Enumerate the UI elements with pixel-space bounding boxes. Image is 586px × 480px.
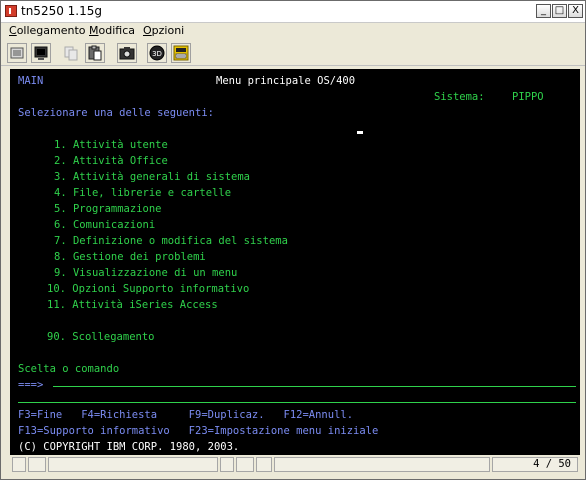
toolbar: 3D bbox=[1, 41, 585, 66]
status-info-field bbox=[274, 457, 490, 472]
option-number: 8. bbox=[54, 251, 67, 263]
menu-option-7[interactable]: 7. Definizione o modifica del sistema bbox=[54, 234, 288, 248]
status-indicator-1 bbox=[12, 457, 26, 472]
status-indicator-2 bbox=[28, 457, 46, 472]
java-app-icon bbox=[5, 5, 17, 17]
terminal-screen[interactable]: MAIN Menu principale OS/400 Sistema: PIP… bbox=[10, 69, 580, 455]
menu-modifica[interactable]: Modifica bbox=[89, 24, 135, 37]
option-number: 1. bbox=[54, 139, 67, 151]
camera-button[interactable] bbox=[117, 43, 137, 63]
system-name: PIPPO bbox=[512, 91, 544, 103]
menu-collegamento[interactable]: Collegamento bbox=[9, 24, 86, 37]
selection-prompt: Selezionare una delle seguenti: bbox=[18, 107, 214, 119]
camera-icon bbox=[119, 47, 135, 60]
printer-button[interactable] bbox=[171, 43, 191, 63]
menu-collegamento-label: ollegamento bbox=[16, 24, 86, 37]
paste-icon bbox=[88, 45, 102, 61]
option-number: 3. bbox=[54, 171, 67, 183]
option-number: 9. bbox=[54, 267, 67, 279]
screen-id: MAIN bbox=[18, 75, 44, 87]
window-title: tn5250 1.15g bbox=[21, 4, 102, 18]
option-label: Attività Office bbox=[72, 155, 168, 167]
option-number: 90. bbox=[47, 331, 66, 343]
menu-modifica-label: odifica bbox=[98, 24, 136, 37]
status-indicator-5 bbox=[256, 457, 272, 472]
menu-opzioni-label: pzioni bbox=[151, 24, 185, 37]
copyright-text: (C) COPYRIGHT IBM CORP. 1980, 2003. bbox=[18, 441, 240, 453]
menu-option-1[interactable]: 1. Attività utente bbox=[54, 138, 168, 152]
option-label: Definizione o modifica del sistema bbox=[72, 235, 288, 247]
monitor-button[interactable] bbox=[31, 43, 51, 63]
copy-icon bbox=[64, 46, 78, 61]
title-bar[interactable]: tn5250 1.15g _ □ X bbox=[1, 1, 585, 23]
paste-button[interactable] bbox=[85, 43, 105, 63]
printer-icon bbox=[173, 45, 189, 61]
option-number: 6. bbox=[54, 219, 67, 231]
option-label: Opzioni Supporto informativo bbox=[72, 283, 250, 295]
menu-bar: Collegamento Modifica Opzioni bbox=[1, 23, 585, 40]
menu-option-10[interactable]: 10. Opzioni Supporto informativo bbox=[47, 282, 249, 296]
menu-option-5[interactable]: 5. Programmazione bbox=[54, 202, 162, 216]
option-label: Comunicazioni bbox=[72, 219, 156, 231]
option-label: Attività generali di sistema bbox=[72, 171, 250, 183]
status-message-field bbox=[48, 457, 218, 472]
list-icon bbox=[10, 47, 24, 59]
option-label: Attività utente bbox=[72, 139, 168, 151]
option-label: Scollegamento bbox=[72, 331, 155, 343]
menu-modifica-mnemonic: M bbox=[89, 24, 99, 37]
menu-option-2[interactable]: 2. Attività Office bbox=[54, 154, 168, 168]
menu-opzioni[interactable]: Opzioni bbox=[143, 24, 184, 37]
system-label: Sistema: bbox=[434, 91, 485, 103]
list-button[interactable] bbox=[7, 43, 27, 63]
command-arrow: ===> bbox=[18, 379, 44, 391]
copy-button[interactable] bbox=[61, 43, 81, 63]
option-number: 11. bbox=[47, 299, 66, 311]
status-indicator-3 bbox=[220, 457, 234, 472]
status-bar: 4 / 50 bbox=[10, 456, 580, 473]
menu-option-6[interactable]: 6. Comunicazioni bbox=[54, 218, 155, 232]
menu-option-3[interactable]: 3. Attività generali di sistema bbox=[54, 170, 250, 184]
function-keys-line-2: F13=Supporto informativo F23=Impostazion… bbox=[18, 425, 379, 437]
option-number: 5. bbox=[54, 203, 67, 215]
option-label: Attività iSeries Access bbox=[72, 299, 218, 311]
monitor-icon bbox=[34, 46, 48, 60]
menu-option-logoff[interactable]: 90. Scollegamento bbox=[47, 330, 154, 344]
option-number: 7. bbox=[54, 235, 67, 247]
maximize-button[interactable]: □ bbox=[552, 4, 567, 18]
option-label: Visualizzazione di un menu bbox=[72, 267, 238, 279]
separator-line bbox=[18, 402, 576, 403]
option-label: File, librerie e cartelle bbox=[72, 187, 232, 199]
menu-collegamento-mnemonic: C bbox=[9, 24, 17, 37]
3d-icon: 3D bbox=[149, 45, 165, 61]
command-label: Scelta o comando bbox=[18, 363, 120, 375]
text-cursor bbox=[357, 131, 363, 134]
3d-button[interactable]: 3D bbox=[147, 43, 167, 63]
screen-title: Menu principale OS/400 bbox=[216, 75, 356, 87]
3d-label: 3D bbox=[152, 50, 162, 58]
option-number: 2. bbox=[54, 155, 67, 167]
option-label: Programmazione bbox=[72, 203, 162, 215]
option-number: 10. bbox=[47, 283, 66, 295]
command-input[interactable] bbox=[53, 386, 576, 387]
function-keys-line-1: F3=Fine F4=Richiesta F9=Duplicaz. F12=An… bbox=[18, 409, 354, 421]
option-number: 4. bbox=[54, 187, 67, 199]
option-label: Gestione dei problemi bbox=[72, 251, 206, 263]
menu-option-8[interactable]: 8. Gestione dei problemi bbox=[54, 250, 206, 264]
minimize-button[interactable]: _ bbox=[536, 4, 551, 18]
menu-option-9[interactable]: 9. Visualizzazione di un menu bbox=[54, 266, 237, 280]
page-indicator: 4 / 50 bbox=[492, 457, 578, 472]
menu-option-4[interactable]: 4. File, librerie e cartelle bbox=[54, 186, 231, 200]
tn5250-window: tn5250 1.15g _ □ X Collegamento Modifica… bbox=[0, 0, 586, 480]
status-indicator-4 bbox=[236, 457, 254, 472]
close-button[interactable]: X bbox=[568, 4, 583, 18]
menu-option-11[interactable]: 11. Attività iSeries Access bbox=[47, 298, 218, 312]
menu-opzioni-mnemonic: O bbox=[143, 24, 152, 37]
